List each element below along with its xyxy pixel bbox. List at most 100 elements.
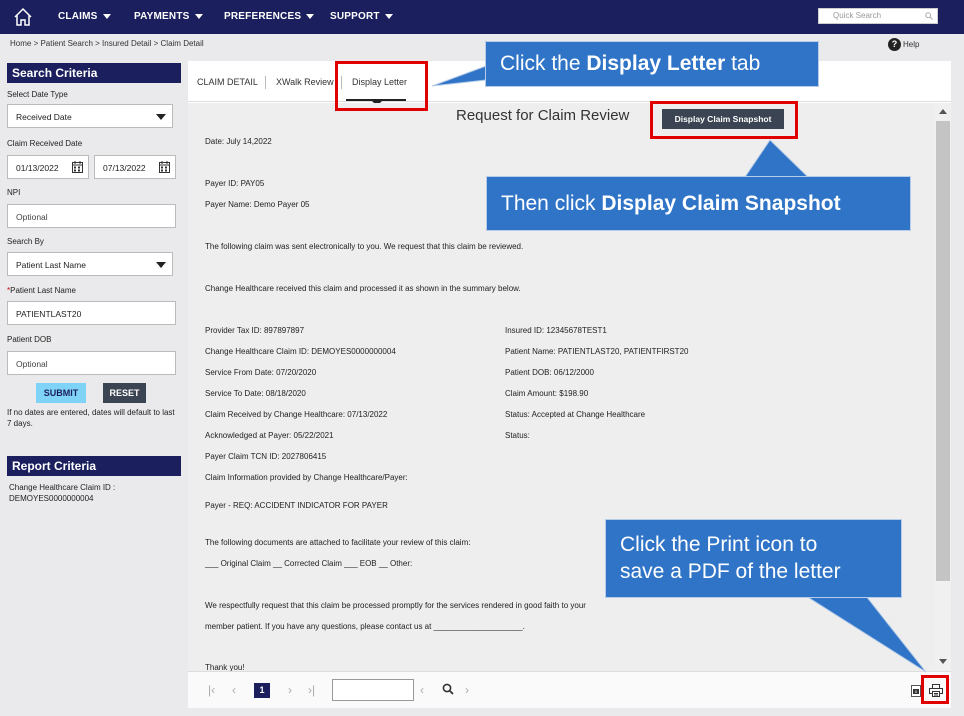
chevron-down-icon [156,114,166,120]
nav-payments-label: PAYMENTS [134,11,190,22]
export-excel-icon[interactable]: x [911,685,921,697]
chevron-down-icon [194,13,203,19]
highlight-display-letter-tab [335,61,428,111]
claim-detail-panel: CLAIM DETAIL XWalk Review Display Letter… [188,61,951,708]
nav-payments-menu[interactable]: PAYMENTS [134,11,203,22]
date-from-value: 01/13/2022 [16,163,59,173]
letter-right-field: Patient Name: PATIENTLAST20, PATIENTFIRS… [505,347,689,356]
quick-search-placeholder: Quick Search [833,11,882,20]
letter-right-field: Status: Accepted at Change Healthcare [505,410,646,419]
letter-docs-options: ___ Original Claim __ Corrected Claim __… [205,559,413,568]
letter-thanks: Thank you! [205,663,245,671]
nav-preferences-label: PREFERENCES [224,11,302,22]
patient-dob-label: Patient DOB [7,335,52,344]
letter-left-field: Claim Information provided by Change Hea… [205,473,408,482]
callout-text: Click the Print icon to [620,533,818,556]
letter-left-field: Payer Claim TCN ID: 2027806415 [205,452,327,461]
highlight-print-icon [921,675,949,704]
claim-received-date-label: Claim Received Date [7,139,83,148]
previous-page-icon[interactable]: ‹ [232,683,236,697]
letter-payer-name: Payer Name: Demo Payer 05 [205,200,310,209]
next-match-icon[interactable]: › [465,683,469,697]
patient-last-name-value: PATIENTLAST20 [16,309,82,319]
callout-text: tab [725,52,761,75]
scroll-down-icon[interactable] [939,659,947,664]
letter-left-field: Claim Received by Change Healthcare: 07/… [205,410,388,419]
nav-preferences-menu[interactable]: PREFERENCES [224,11,315,22]
previous-match-icon[interactable]: ‹ [420,683,424,697]
letter-right-field: Insured ID: 12345678TEST1 [505,326,607,335]
nav-support-label: SUPPORT [330,11,380,22]
letter-date: Date: July 14,2022 [205,137,272,146]
letter-right-field: Patient DOB: 06/12/2000 [505,368,594,377]
letter-payer-id: Payer ID: PAY05 [205,179,265,188]
chevron-down-icon [156,262,166,268]
patient-last-name-label: *Patient Last Name [7,286,76,295]
date-default-note: If no dates are entered, dates will defa… [7,408,175,428]
letter-left-field: Provider Tax ID: 897897897 [205,326,305,335]
reset-button[interactable]: RESET [103,383,146,403]
date-type-select[interactable]: Received Date [7,104,173,128]
search-icon[interactable] [925,12,933,20]
npi-label: NPI [7,188,21,197]
tab-xwalk-review[interactable]: XWalk Review [276,77,334,87]
letter-right-field: Status: [505,431,530,440]
letter-left-field: Change Healthcare Claim ID: DEMOYES00000… [205,347,396,356]
letter-req-line: Payer - REQ: ACCIDENT INDICATOR FOR PAYE… [205,501,388,510]
search-icon[interactable] [442,683,454,695]
tab-claim-detail[interactable]: CLAIM DETAIL [197,77,258,87]
chevron-down-icon [384,13,393,19]
letter-docs-line: The following documents are attached to … [205,538,471,547]
chevron-down-icon [102,13,111,19]
report-claim-id-value: DEMOYES0000000004 [9,494,94,503]
report-claim-id-label: Change Healthcare Claim ID : [9,483,116,492]
calendar-icon[interactable] [159,161,170,173]
pager-toolbar: |‹ ‹ 1 › ›| ‹ › x [188,671,951,708]
letter-received: Change Healthcare received this claim an… [205,284,521,293]
date-from-input[interactable]: 01/13/2022 [7,155,89,179]
nav-claims-menu[interactable]: CLAIMS [58,11,111,22]
patient-dob-input[interactable]: Optional [7,351,176,375]
date-to-value: 07/13/2022 [103,163,146,173]
home-icon[interactable] [12,6,34,28]
scrollbar-thumb[interactable] [936,121,950,581]
chevron-down-icon [306,13,315,19]
patient-dob-placeholder: Optional [16,359,48,369]
highlight-snapshot-button [650,101,798,139]
npi-input[interactable]: Optional [7,204,176,228]
next-page-icon[interactable]: › [288,683,292,697]
report-criteria-title: Report Criteria [7,456,181,476]
letter-left-field: Acknowledged at Payer: 05/22/2021 [205,431,334,440]
last-page-icon[interactable]: ›| [308,683,315,697]
callout-text: save a PDF of the letter [620,560,841,583]
letter-scrollbar[interactable] [935,103,951,671]
callout-text: Then click [501,192,602,215]
current-page[interactable]: 1 [254,683,270,698]
help-label: Help [903,40,920,49]
search-criteria-title: Search Criteria [7,63,181,83]
date-type-value: Received Date [16,112,72,122]
top-nav-bar: CLAIMS PAYMENTS PREFERENCES SUPPORT Quic… [0,0,964,34]
pager-search-input[interactable] [332,679,414,701]
first-page-icon[interactable]: |‹ [208,683,215,697]
calendar-icon[interactable] [72,161,83,173]
date-to-input[interactable]: 07/13/2022 [94,155,176,179]
quick-search-input[interactable]: Quick Search [818,8,938,24]
letter-request-line: We respectfully request that this claim … [205,601,586,610]
scroll-up-icon[interactable] [939,109,947,114]
search-by-label: Search By [7,237,44,246]
letter-right-field: Claim Amount: $198.90 [505,389,589,398]
letter-left-field: Service From Date: 07/20/2020 [205,368,317,377]
callout-text: Click the [500,52,587,75]
letter-left-field: Service To Date: 08/18/2020 [205,389,306,398]
breadcrumb[interactable]: Home > Patient Search > Insured Detail >… [10,39,204,48]
submit-button[interactable]: SUBMIT [36,383,86,403]
callout-bold-text: Display Letter [586,52,726,75]
help-link[interactable]: ? Help [888,38,919,51]
patient-last-name-label-text: Patient Last Name [10,286,76,295]
search-by-select[interactable]: Patient Last Name [7,252,173,276]
report-criteria-info: Change Healthcare Claim ID : DEMOYES0000… [9,482,181,504]
patient-last-name-input[interactable]: PATIENTLAST20 [7,301,176,325]
search-by-value: Patient Last Name [16,260,86,270]
nav-support-menu[interactable]: SUPPORT [330,11,393,22]
